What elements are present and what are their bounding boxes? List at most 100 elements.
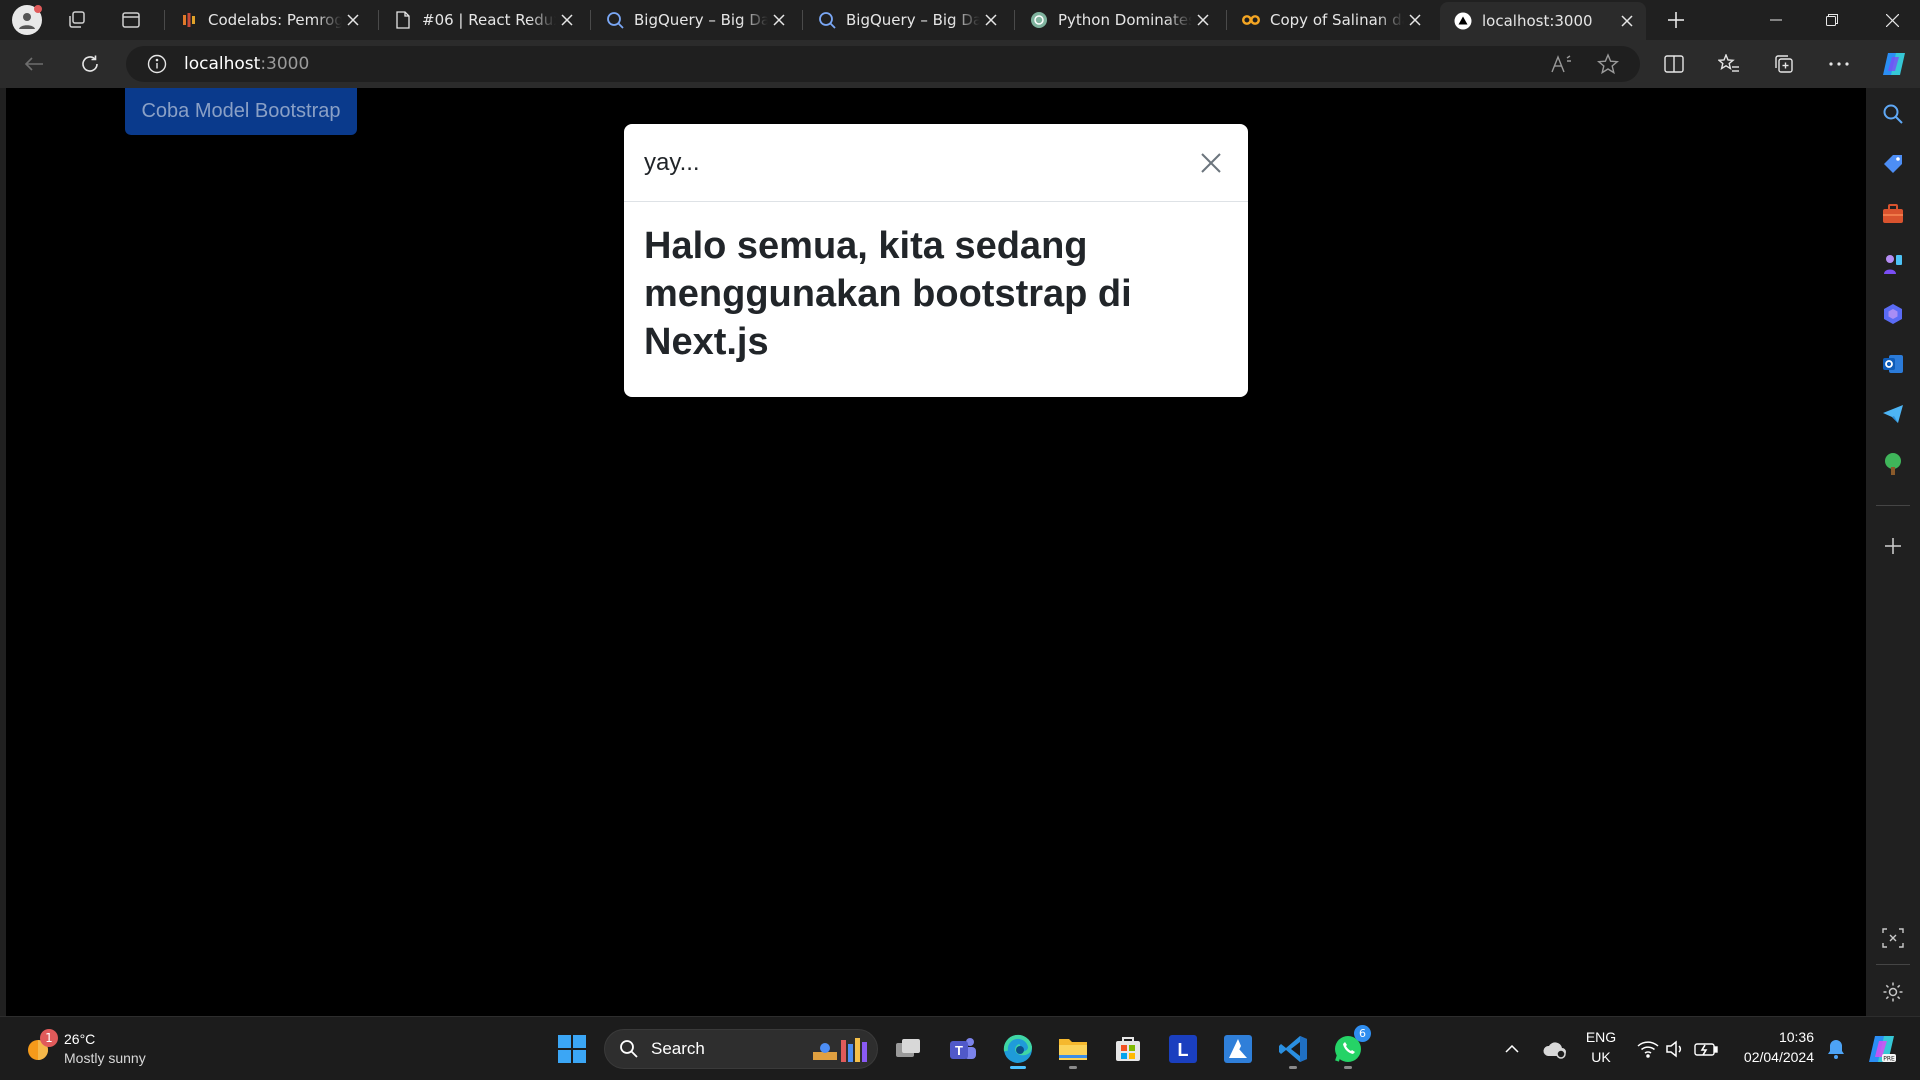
weather-temp: 26°C (64, 1031, 96, 1047)
vertical-tabs-icon[interactable] (118, 8, 144, 32)
shopping-tag-icon[interactable] (1879, 150, 1907, 178)
new-tab-icon[interactable] (1664, 8, 1688, 32)
tree-icon[interactable] (1879, 450, 1907, 478)
language-indicator[interactable]: ENG UK (1580, 1027, 1622, 1071)
url-port: :3000 (260, 54, 310, 74)
tab-close-icon[interactable] (980, 9, 1002, 31)
language-line2: UK (1591, 1049, 1611, 1065)
active-indicator (1010, 1066, 1026, 1069)
weather-badge: 1 (40, 1029, 58, 1047)
running-indicator (1069, 1066, 1077, 1069)
colab-icon (1242, 11, 1260, 29)
task-view-icon[interactable] (886, 1027, 930, 1071)
address-bar[interactable]: localhost:3000 (126, 46, 1640, 82)
nextjs-icon (1454, 12, 1472, 30)
tab-title: Copy of Salinan dari (1270, 11, 1404, 29)
clock-time: 10:36 (1778, 1029, 1814, 1045)
tab-separator (590, 10, 591, 30)
whatsapp-badge: 6 (1354, 1025, 1371, 1042)
tab-close-icon[interactable] (342, 9, 364, 31)
tab-title: localhost:3000 (1482, 12, 1593, 30)
vscode-icon[interactable] (1271, 1027, 1315, 1071)
site-info-icon[interactable] (146, 53, 168, 75)
search-icon (620, 1040, 638, 1058)
telegram-icon[interactable] (1879, 400, 1907, 428)
outlook-icon[interactable] (1879, 350, 1907, 378)
tab-bigquery-2[interactable]: BigQuery – Big Data (804, 4, 1010, 36)
notification-dot (34, 5, 42, 13)
tab-codelabs[interactable]: Codelabs: Pemrograman (166, 4, 372, 36)
l-app-icon[interactable]: L (1161, 1027, 1205, 1071)
wifi-icon[interactable] (1636, 1037, 1660, 1061)
favorites-icon[interactable] (1711, 48, 1747, 80)
tab-title: BigQuery – Big Data (634, 11, 768, 29)
notification-bell-icon[interactable] (1824, 1037, 1848, 1061)
copilot-taskbar-icon[interactable]: PRE (1864, 1031, 1900, 1067)
collections-icon[interactable] (1766, 48, 1802, 80)
file-explorer-icon[interactable] (1051, 1027, 1095, 1071)
start-button[interactable] (550, 1027, 594, 1071)
modal-title: yay... (644, 149, 700, 176)
sidebar-settings-icon[interactable] (1879, 978, 1907, 1006)
refresh-icon[interactable] (72, 48, 108, 80)
tab-separator (164, 10, 165, 30)
volume-icon[interactable] (1664, 1037, 1688, 1061)
edge-icon[interactable] (996, 1027, 1040, 1071)
search-icon[interactable] (1879, 100, 1907, 128)
clock-date: 02/04/2024 (1743, 1049, 1814, 1065)
search-placeholder: Search (651, 1039, 705, 1058)
tab-separator (802, 10, 803, 30)
tab-localhost[interactable]: localhost:3000 (1440, 2, 1646, 40)
restore-icon[interactable] (1804, 0, 1860, 40)
copilot-icon[interactable] (1876, 48, 1912, 80)
taskbar-search[interactable]: Search (604, 1029, 878, 1069)
tab-separator (1014, 10, 1015, 30)
edge-sidebar (1866, 88, 1920, 1016)
language-line1: ENG (1585, 1029, 1617, 1045)
more-menu-icon[interactable] (1821, 48, 1857, 80)
weather-condition: Mostly sunny (64, 1050, 146, 1066)
tab-close-icon[interactable] (556, 9, 578, 31)
tab-title: BigQuery – Big Data (846, 11, 980, 29)
close-window-icon[interactable] (1864, 0, 1920, 40)
running-indicator (1344, 1066, 1352, 1069)
tab-close-icon[interactable] (1404, 9, 1426, 31)
tab-title: Python Dominates Data (1058, 11, 1192, 29)
profile-avatar[interactable] (12, 5, 42, 35)
clock[interactable]: 10:36 02/04/2024 (1734, 1027, 1814, 1071)
search-highlight-icon (813, 1038, 867, 1062)
tab-react-redux[interactable]: #06 | React Redux (380, 4, 586, 36)
split-screen-icon[interactable] (1656, 48, 1692, 80)
whatsapp-icon[interactable]: 6 (1326, 1025, 1371, 1071)
tab-close-icon[interactable] (1192, 9, 1214, 31)
games-icon[interactable] (1879, 250, 1907, 278)
back-icon[interactable] (16, 48, 52, 80)
tab-close-icon[interactable] (1616, 10, 1638, 32)
codelabs-icon (180, 11, 198, 29)
workspaces-icon[interactable] (64, 8, 90, 32)
tab-colab[interactable]: Copy of Salinan dari (1228, 4, 1434, 36)
teams-icon[interactable]: T (941, 1027, 985, 1071)
azure-data-studio-icon[interactable] (1216, 1027, 1260, 1071)
battery-icon[interactable] (1694, 1037, 1718, 1061)
minimize-icon[interactable] (1748, 0, 1804, 40)
close-icon[interactable] (1196, 148, 1226, 178)
browser-tab-bar: Codelabs: Pemrograman #06 | React Redux … (0, 0, 1920, 40)
read-aloud-icon[interactable] (1550, 53, 1574, 75)
weather-widget[interactable]: 1 26°C Mostly sunny (20, 1029, 170, 1069)
tab-python[interactable]: Python Dominates Data (1016, 4, 1222, 36)
open-modal-button[interactable]: Coba Model Bootstrap (125, 88, 357, 135)
tab-close-icon[interactable] (768, 9, 790, 31)
openai-icon (1030, 11, 1048, 29)
onedrive-icon[interactable] (1540, 1035, 1570, 1063)
favorite-star-icon[interactable] (1596, 53, 1620, 75)
screenshot-icon[interactable] (1879, 924, 1907, 952)
store-icon[interactable] (1106, 1027, 1150, 1071)
tools-icon[interactable] (1879, 200, 1907, 228)
tab-title: Codelabs: Pemrograman (208, 11, 342, 29)
tab-bigquery-1[interactable]: BigQuery – Big Data (592, 4, 798, 36)
chevron-up-icon[interactable] (1500, 1037, 1524, 1061)
add-sidebar-icon[interactable] (1879, 532, 1907, 560)
copilot-sidebar-icon[interactable] (1879, 300, 1907, 328)
tab-separator (1226, 10, 1227, 30)
